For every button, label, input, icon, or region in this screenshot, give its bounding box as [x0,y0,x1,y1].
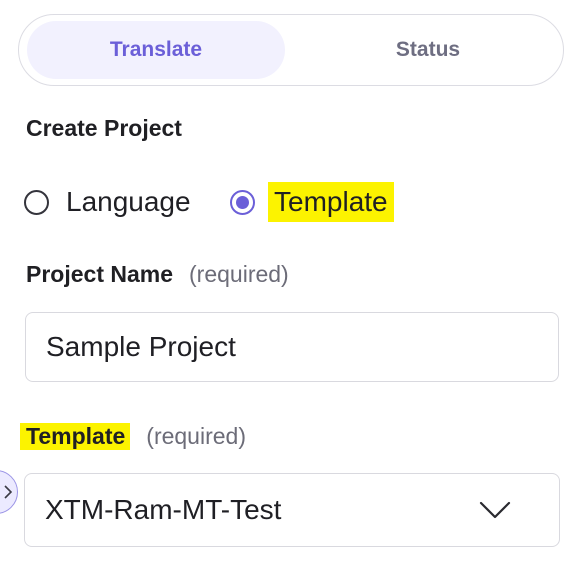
radio-template-label: Template [268,182,394,222]
section-title: Create Project [26,115,182,141]
template-select-value: XTM-Ram-MT-Test [45,494,282,525]
project-name-input[interactable] [25,312,559,382]
tab-bar: Translate Status [18,14,564,86]
project-name-required: (required) [189,260,289,287]
tab-status[interactable]: Status [299,21,557,79]
project-name-label-row: Project Name (required) [26,255,289,293]
radio-language-label: Language [66,186,191,217]
project-name-label: Project Name [26,260,174,287]
chevron-right-icon [4,485,12,499]
template-label-row: Template (required) [20,417,246,455]
template-label: Template [20,422,131,450]
sidebar-expand-handle[interactable] [0,470,18,514]
radio-template-circle[interactable] [230,189,255,215]
chevron-down-icon [479,501,511,519]
radio-language[interactable]: Language [24,180,191,224]
radio-template[interactable]: Template [230,180,394,224]
template-required: (required) [146,422,246,449]
template-select[interactable]: XTM-Ram-MT-Test [24,473,560,547]
radio-language-circle[interactable] [24,189,49,215]
radio-selected-dot [236,195,249,209]
tab-translate[interactable]: Translate [27,21,285,79]
